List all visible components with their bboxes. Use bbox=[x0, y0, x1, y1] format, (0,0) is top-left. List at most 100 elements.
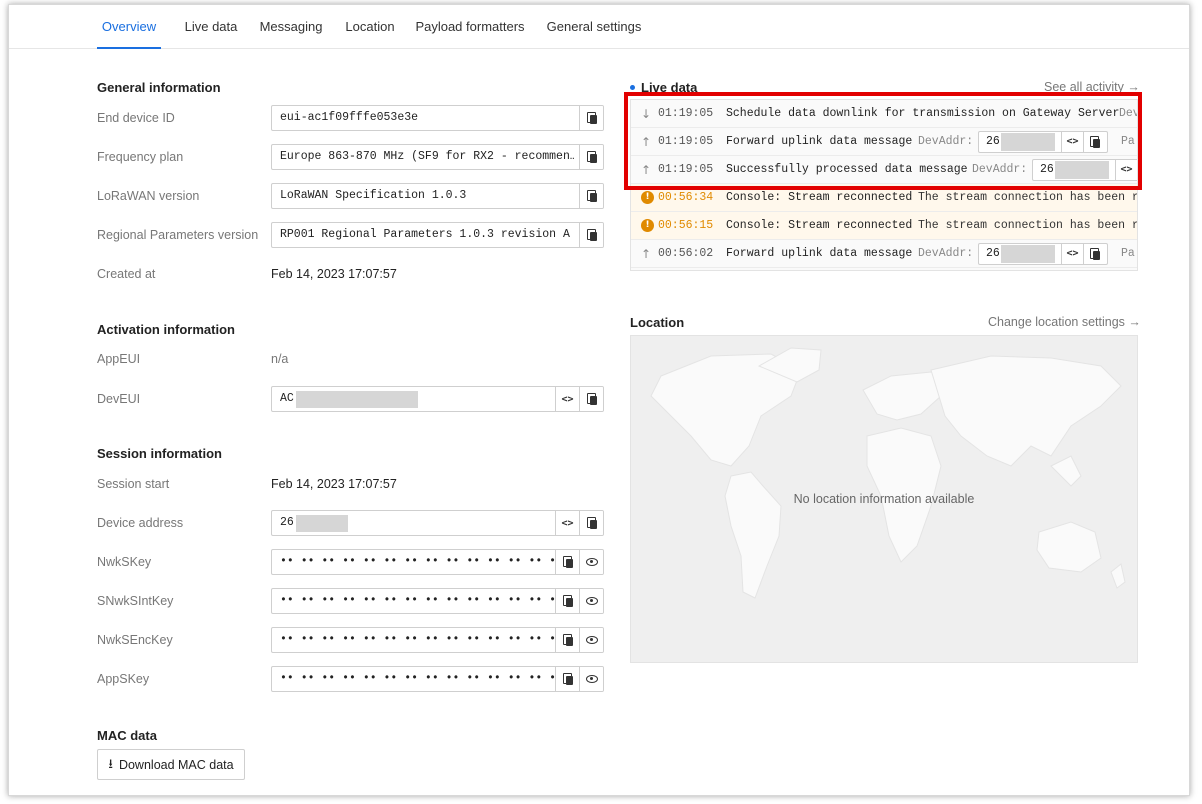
appskey-masked-value: •• •• •• •• •• •• •• •• •• •• •• •• •• •… bbox=[280, 672, 555, 685]
location-heading: Location bbox=[630, 315, 685, 330]
end-device-id-label: End device ID bbox=[97, 111, 175, 125]
nwksenckey-field: •• •• •• •• •• •• •• •• •• •• •• •• •• •… bbox=[271, 627, 604, 653]
copy-regional-parameters-button[interactable] bbox=[579, 223, 603, 247]
no-location-message: No location information available bbox=[793, 492, 975, 506]
nwksenckey-label: NwkSEncKey bbox=[97, 633, 173, 647]
location-map[interactable]: No location information available bbox=[630, 335, 1138, 663]
nwksenckey-masked-value: •• •• •• •• •• •• •• •• •• •• •• •• •• •… bbox=[280, 633, 555, 646]
event-description: Forward uplink data message bbox=[726, 247, 913, 260]
show-nwksenckey-button[interactable] bbox=[579, 628, 603, 652]
event-time: 00:56:02 bbox=[658, 247, 714, 260]
code-icon: <> bbox=[561, 517, 574, 529]
warning-icon: ! bbox=[641, 219, 654, 232]
device-address-field: 26 <> bbox=[271, 510, 604, 536]
toggle-byte-format-button[interactable]: <> bbox=[1061, 244, 1083, 264]
regional-parameters-label: Regional Parameters version bbox=[97, 228, 259, 242]
highlight-box bbox=[624, 92, 1142, 190]
copy-icon bbox=[586, 229, 597, 241]
session-information-heading: Session information bbox=[97, 446, 222, 461]
tab-overview[interactable]: Overview bbox=[97, 5, 161, 49]
event-row[interactable]: ↑ 00:56:02 Forward uplink data message D… bbox=[631, 240, 1137, 268]
appeui-value: n/a bbox=[271, 352, 289, 366]
created-at-label: Created at bbox=[97, 267, 156, 281]
event-extra: The stream connection has been re bbox=[918, 219, 1138, 232]
regional-parameters-value: RP001 Regional Parameters 1.0.3 revision… bbox=[280, 228, 570, 241]
tab-messaging[interactable]: Messaging bbox=[259, 5, 323, 49]
event-time: 00:56:15 bbox=[658, 219, 714, 232]
copy-icon bbox=[586, 151, 597, 163]
mac-data-heading: MAC data bbox=[97, 728, 157, 743]
copy-icon bbox=[586, 393, 597, 405]
copy-devaddr-button[interactable] bbox=[1083, 244, 1105, 264]
event-row[interactable]: ! 00:56:15 Console: Stream reconnected T… bbox=[631, 212, 1137, 240]
tab-payload-formatters[interactable]: Payload formatters bbox=[415, 5, 525, 49]
toggle-byte-format-button[interactable]: <> bbox=[555, 511, 579, 535]
copy-snwksintkey-button[interactable] bbox=[555, 589, 579, 613]
nwkskey-field: •• •• •• •• •• •• •• •• •• •• •• •• •• •… bbox=[271, 549, 604, 575]
eye-icon bbox=[585, 597, 598, 605]
snwksintkey-masked-value: •• •• •• •• •• •• •• •• •• •• •• •• •• •… bbox=[280, 594, 555, 607]
device-address-label: Device address bbox=[97, 516, 184, 530]
show-snwksintkey-button[interactable] bbox=[579, 589, 603, 613]
arrow-up-icon: ↑ bbox=[640, 247, 652, 261]
copy-nwksenckey-button[interactable] bbox=[555, 628, 579, 652]
lorawan-version-label: LoRaWAN version bbox=[97, 189, 200, 203]
copy-icon bbox=[1089, 248, 1100, 260]
frequency-plan-label: Frequency plan bbox=[97, 150, 184, 164]
event-extra: DevAddr: bbox=[918, 247, 974, 260]
redacted-block bbox=[1001, 245, 1055, 263]
copy-icon bbox=[562, 634, 573, 646]
live-indicator-dot bbox=[630, 85, 635, 90]
deveui-value: AC bbox=[280, 392, 294, 405]
created-at-value: Feb 14, 2023 17:07:57 bbox=[271, 267, 397, 281]
copy-lorawan-version-button[interactable] bbox=[579, 184, 603, 208]
eye-icon bbox=[585, 636, 598, 644]
snwksintkey-field: •• •• •• •• •• •• •• •• •• •• •• •• •• •… bbox=[271, 588, 604, 614]
appeui-label: AppEUI bbox=[97, 352, 141, 366]
copy-nwkskey-button[interactable] bbox=[555, 550, 579, 574]
copy-end-device-id-button[interactable] bbox=[579, 106, 603, 130]
event-description: Console: Stream reconnected bbox=[726, 219, 913, 232]
nwkskey-masked-value: •• •• •• •• •• •• •• •• •• •• •• •• •• •… bbox=[280, 555, 555, 568]
download-icon: ⭳ bbox=[108, 757, 113, 772]
nwkskey-label: NwkSKey bbox=[97, 555, 152, 569]
copy-frequency-plan-button[interactable] bbox=[579, 145, 603, 169]
end-device-id-value: eui-ac1f09fffe053e3e bbox=[280, 111, 419, 124]
frequency-plan-value: Europe 863-870 MHz (SF9 for RX2 - recomm… bbox=[280, 150, 575, 163]
tab-live-data[interactable]: Live data bbox=[181, 5, 241, 49]
download-mac-data-label: Download MAC data bbox=[118, 757, 234, 772]
download-mac-data-button[interactable]: ⭳ Download MAC data bbox=[97, 749, 245, 780]
eye-icon bbox=[585, 675, 598, 683]
tab-general-settings[interactable]: General settings bbox=[545, 5, 643, 49]
appskey-label: AppSKey bbox=[97, 672, 150, 686]
general-information-heading: General information bbox=[97, 80, 221, 95]
devaddr-box: 26 <> bbox=[978, 243, 1108, 265]
session-start-value: Feb 14, 2023 17:07:57 bbox=[271, 477, 397, 491]
device-overview-window: Overview Live data Messaging Location Pa… bbox=[8, 4, 1190, 796]
lorawan-version-field: LoRaWAN Specification 1.0.3 bbox=[271, 183, 604, 209]
copy-deveui-button[interactable] bbox=[579, 387, 603, 411]
end-device-id-field: eui-ac1f09fffe053e3e bbox=[271, 105, 604, 131]
copy-icon bbox=[562, 556, 573, 568]
lorawan-version-value: LoRaWAN Specification 1.0.3 bbox=[280, 189, 467, 202]
copy-device-address-button[interactable] bbox=[579, 511, 603, 535]
frequency-plan-field: Europe 863-870 MHz (SF9 for RX2 - recomm… bbox=[271, 144, 604, 170]
code-icon: <> bbox=[1066, 248, 1079, 259]
eye-icon bbox=[585, 558, 598, 566]
tab-bar: Overview Live data Messaging Location Pa… bbox=[9, 5, 1189, 49]
device-address-value: 26 bbox=[280, 516, 294, 529]
toggle-byte-format-button[interactable]: <> bbox=[555, 387, 579, 411]
event-tail: Pa bbox=[1121, 247, 1135, 260]
deveui-field: AC <> bbox=[271, 386, 604, 412]
devaddr-value: 26 bbox=[986, 247, 1000, 260]
copy-icon bbox=[562, 673, 573, 685]
appskey-field: •• •• •• •• •• •• •• •• •• •• •• •• •• •… bbox=[271, 666, 604, 692]
show-appskey-button[interactable] bbox=[579, 667, 603, 691]
change-location-settings-link[interactable]: Change location settings → bbox=[988, 315, 1141, 329]
show-nwkskey-button[interactable] bbox=[579, 550, 603, 574]
regional-parameters-field: RP001 Regional Parameters 1.0.3 revision… bbox=[271, 222, 604, 248]
tab-location[interactable]: Location bbox=[343, 5, 397, 49]
session-start-label: Session start bbox=[97, 477, 170, 491]
copy-icon bbox=[586, 517, 597, 529]
copy-appskey-button[interactable] bbox=[555, 667, 579, 691]
